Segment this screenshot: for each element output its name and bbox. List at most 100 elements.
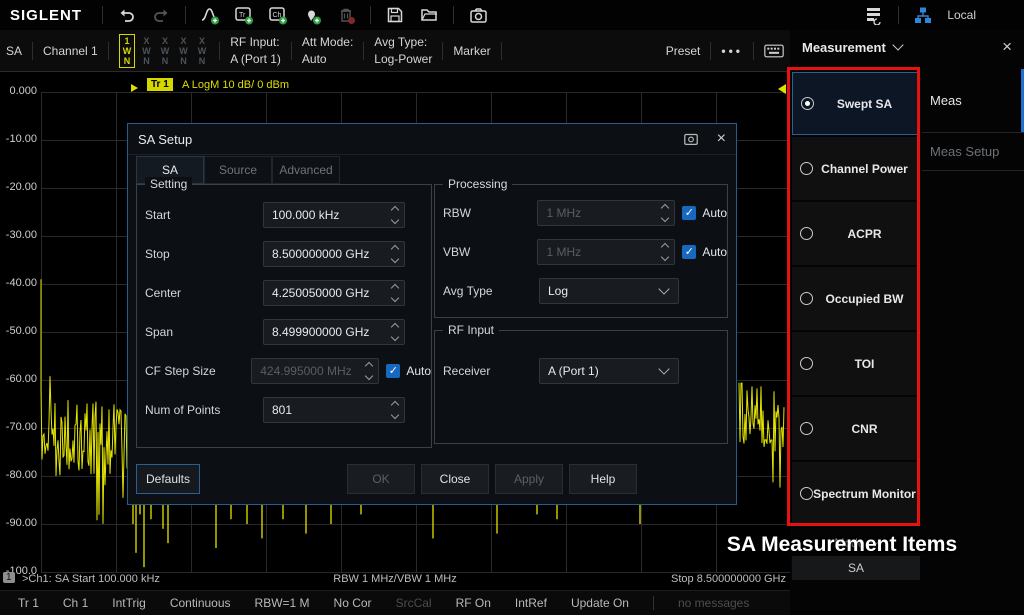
y-axis-label: -80.00 [0, 469, 37, 481]
divider [898, 6, 899, 24]
defaults-button[interactable]: Defaults [136, 464, 200, 494]
divider [501, 42, 502, 60]
status-channel[interactable]: Ch 1 [63, 596, 88, 610]
window-layout-icon[interactable] [864, 5, 884, 25]
chevron-down-icon[interactable] [892, 39, 903, 50]
reference-level-marker-icon [778, 84, 786, 94]
undo-icon[interactable] [117, 5, 137, 25]
status-messages: no messages [678, 596, 749, 610]
avg-type-control[interactable]: Avg Type: Log-Power [374, 35, 432, 66]
help-button[interactable]: Help [569, 464, 637, 494]
status-rbw[interactable]: RBW=1 M [255, 596, 310, 610]
onscreen-keyboard-icon[interactable] [764, 41, 784, 61]
stepper[interactable] [392, 285, 404, 301]
mode-indicator[interactable]: SA [6, 44, 22, 58]
measurement-item-acpr[interactable]: ACPR [792, 202, 920, 265]
channel-bar: SA Channel 1 1 W N X W N X W N X W N [0, 30, 790, 72]
rbw-auto-checkbox[interactable]: ✓ Auto [682, 206, 727, 220]
more-options-button[interactable]: ••• [721, 44, 743, 58]
stepper[interactable] [392, 207, 404, 223]
cf-step-auto-checkbox[interactable]: ✓ Auto [386, 364, 431, 378]
dialog-title-bar[interactable]: SA Setup × [128, 124, 736, 155]
stepper[interactable] [392, 324, 404, 340]
avg-type-dropdown[interactable]: Log [539, 278, 679, 304]
status-correction[interactable]: No Cor [334, 596, 372, 610]
sa-setup-dialog: SA Setup × SA Source Advanced Setting St… [127, 123, 737, 505]
status-trigger[interactable]: IntTrig [112, 596, 146, 610]
add-trace-icon[interactable] [200, 5, 220, 25]
stepper[interactable] [392, 246, 404, 262]
rbw-field-label: RBW [443, 206, 537, 220]
tab-source[interactable]: Source [204, 156, 272, 184]
y-axis-label: -50.00 [0, 325, 37, 337]
measurement-item-cnr[interactable]: CNR [792, 397, 920, 460]
redo-icon[interactable] [151, 5, 171, 25]
add-marker-icon[interactable] [302, 5, 322, 25]
spectrum-analyzer-screen: SIGLENT Tr Ch [0, 0, 1024, 615]
measurement-item-channel-power[interactable]: Channel Power [792, 137, 920, 200]
measurement-item-occupied-bw[interactable]: Occupied BW [792, 267, 920, 330]
chevron-down-icon [658, 363, 669, 374]
status-sweep[interactable]: Continuous [170, 596, 231, 610]
receiver-dropdown[interactable]: A (Port 1) [539, 358, 679, 384]
stop-frequency-label: Stop 8.500000000 GHz [671, 573, 786, 585]
close-button[interactable]: Close [421, 464, 489, 494]
trace-slot-inactive[interactable]: X W N [176, 35, 191, 67]
tab-meas[interactable]: Meas [922, 69, 1024, 132]
span-field[interactable]: 8.499900000 GHz [263, 319, 405, 345]
start-field[interactable]: 100.000 kHz [263, 202, 405, 228]
stepper [662, 205, 674, 221]
open-file-icon[interactable] [419, 5, 439, 25]
local-status-label[interactable]: Local [947, 8, 976, 22]
processing-group-label: Processing [443, 177, 512, 191]
measurement-panel-header: Measurement × [790, 30, 1024, 64]
measurement-item-swept-sa[interactable]: Swept SA [792, 72, 920, 135]
trace-slot-strip[interactable]: 1 W N X W N X W N X W N X W N [119, 34, 210, 68]
status-ref[interactable]: IntRef [515, 596, 547, 610]
marker-button[interactable]: Marker [453, 44, 490, 58]
preset-button[interactable]: Preset [666, 44, 701, 58]
dialog-screenshot-icon[interactable] [681, 129, 701, 149]
att-mode-control[interactable]: Att Mode: Auto [302, 35, 353, 66]
trace-badge[interactable]: Tr 1 [147, 78, 173, 91]
measurement-panel: Measurement × Swept SA Channel Power ACP… [790, 30, 1024, 615]
vbw-auto-checkbox[interactable]: ✓ Auto [682, 245, 727, 259]
y-axis-label: -10.00 [0, 133, 37, 145]
setting-group: Setting Start 100.000 kHz Stop 8.5000000… [136, 184, 432, 448]
status-rf[interactable]: RF On [456, 596, 491, 610]
trace-slot-inactive[interactable]: X W N [195, 35, 210, 67]
status-update[interactable]: Update On [571, 596, 629, 610]
stop-field-label: Stop [145, 247, 263, 261]
stop-field[interactable]: 8.500000000 GHz [263, 241, 405, 267]
measurement-item-spectrum-monitor[interactable]: Spectrum Monitor [792, 462, 920, 525]
y-axis-label: -40.00 [0, 277, 37, 289]
rf-input-group: RF Input Receiver A (Port 1) [434, 330, 728, 444]
radio-icon [800, 487, 813, 500]
panel-close-icon[interactable]: × [1002, 37, 1012, 57]
divider [185, 6, 186, 24]
tab-meas-setup[interactable]: Meas Setup [922, 132, 1024, 171]
rf-input-control[interactable]: RF Input: A (Port 1) [230, 35, 281, 66]
status-trace[interactable]: Tr 1 [18, 596, 39, 610]
dialog-close-icon[interactable]: × [717, 130, 726, 148]
panel-title[interactable]: Measurement [802, 40, 886, 55]
add-trace-window-icon[interactable]: Tr [234, 5, 254, 25]
measurement-item-toi[interactable]: TOI [792, 332, 920, 395]
trace-slot-inactive[interactable]: X W N [158, 35, 173, 67]
trace-slot-active[interactable]: 1 W N [119, 34, 136, 68]
stepper[interactable] [392, 402, 404, 418]
trace-slot-inactive[interactable]: X W N [139, 35, 154, 67]
center-field[interactable]: 4.250050000 GHz [263, 280, 405, 306]
network-icon[interactable] [913, 5, 933, 25]
mode-value-button[interactable]: SA [792, 556, 920, 580]
screenshot-icon[interactable] [468, 5, 488, 25]
tab-advanced[interactable]: Advanced [272, 156, 340, 184]
radio-icon [800, 357, 813, 370]
save-icon[interactable] [385, 5, 405, 25]
start-field-label: Start [145, 208, 263, 222]
channel-selector[interactable]: Channel 1 [43, 44, 98, 58]
delete-icon [336, 5, 356, 25]
num-points-field[interactable]: 801 [263, 397, 405, 423]
add-channel-window-icon[interactable]: Ch [268, 5, 288, 25]
radio-icon [800, 422, 813, 435]
